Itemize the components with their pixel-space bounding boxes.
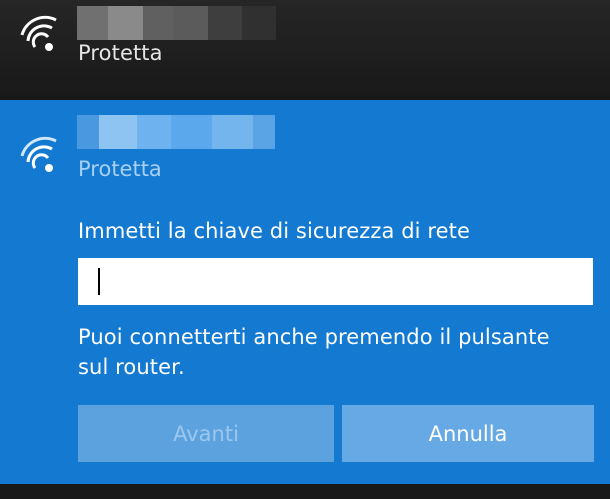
cancel-button-label: Annulla — [428, 422, 508, 446]
text-caret — [98, 268, 100, 295]
cancel-button[interactable]: Annulla — [342, 405, 594, 462]
next-button[interactable]: Avanti — [78, 405, 334, 462]
network-security-status: Protetta — [78, 41, 163, 65]
selected-network-name-redacted — [77, 115, 275, 149]
router-connection-hint: Puoi connetterti anche premendo il pulsa… — [78, 325, 550, 379]
taskbar-edge — [0, 484, 610, 499]
wifi-signal-icon — [20, 15, 57, 51]
selected-network-security-status: Protetta — [78, 157, 162, 181]
network-key-input[interactable] — [78, 258, 593, 305]
network-name-redacted — [77, 6, 276, 40]
next-button-label: Avanti — [173, 422, 239, 446]
network-item-top[interactable]: Protetta — [0, 0, 610, 100]
wifi-signal-icon — [20, 136, 57, 172]
network-key-label: Immetti la chiave di sicurezza di rete — [78, 219, 471, 243]
